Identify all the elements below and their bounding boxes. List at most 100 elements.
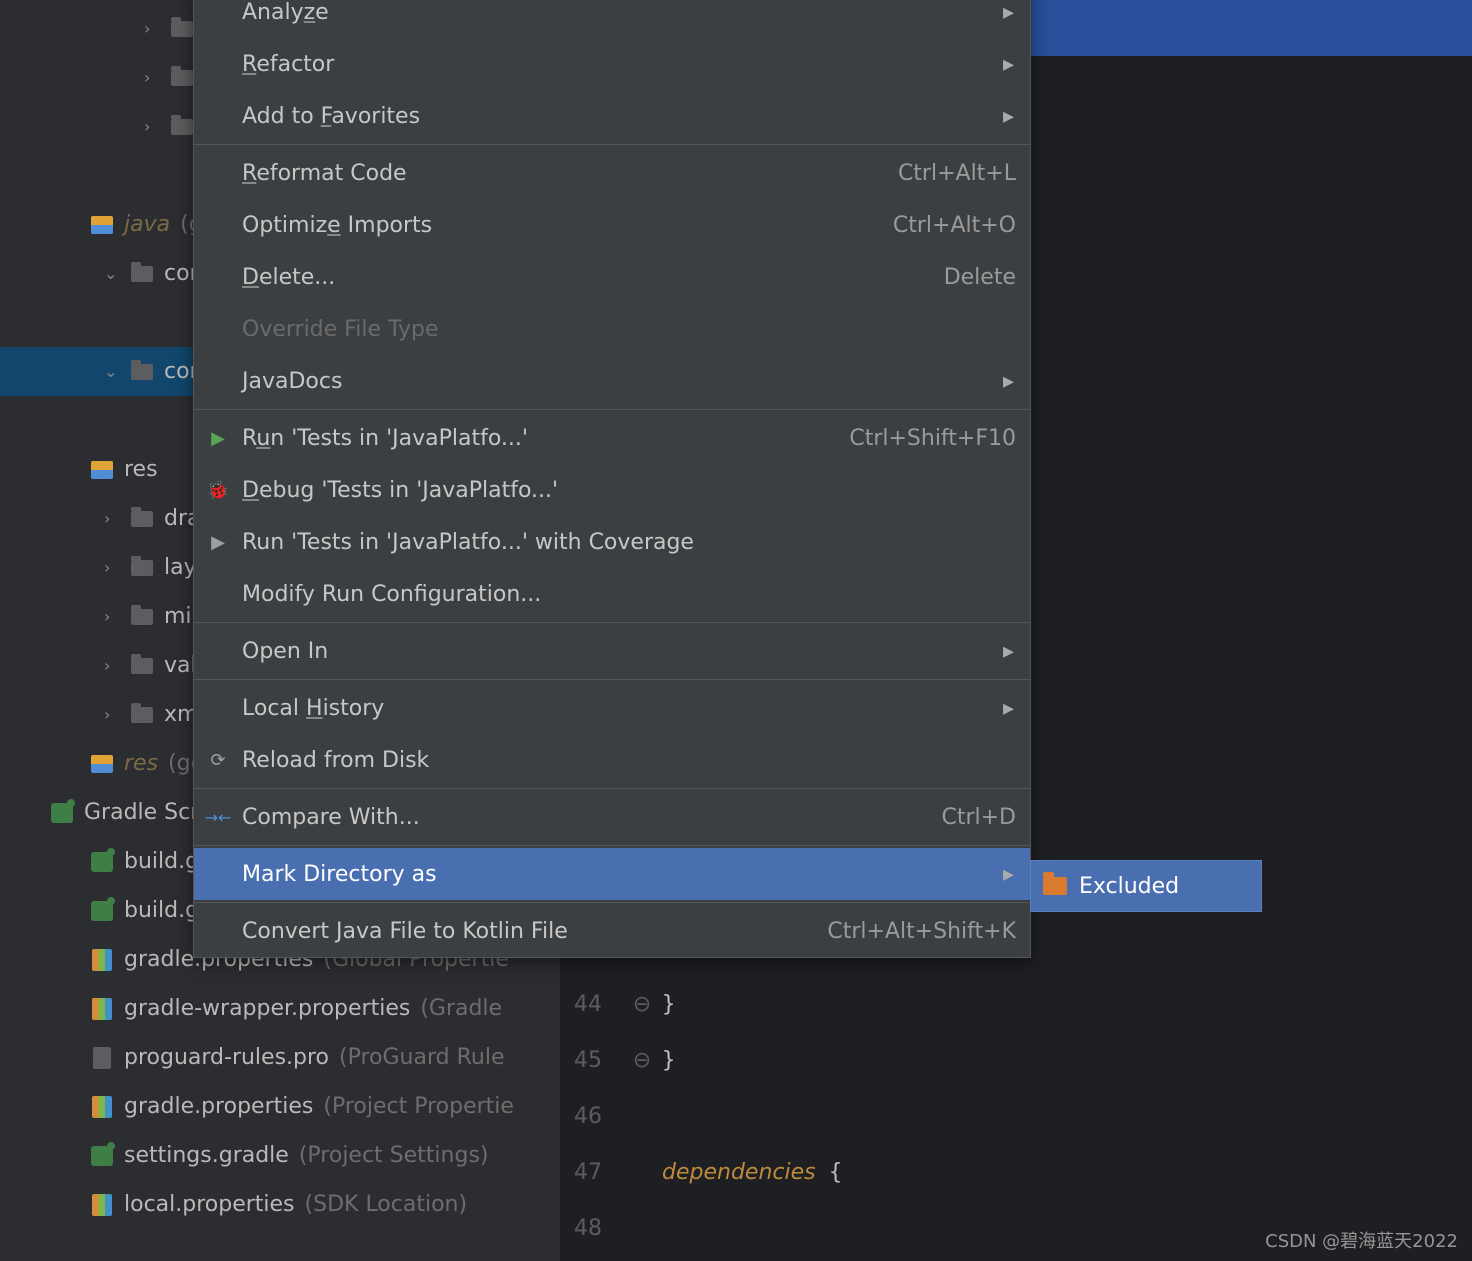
excluded-folder-icon (1043, 877, 1067, 895)
chevron-icon[interactable]: › (104, 705, 120, 724)
menu-item[interactable]: Open In▸ (194, 625, 1030, 677)
properties-icon (90, 1193, 114, 1217)
menu-label: Reload from Disk (242, 748, 1016, 773)
tree-label: res (124, 457, 158, 482)
submenu-item-excluded[interactable]: Excluded (1079, 874, 1179, 899)
menu-separator (194, 144, 1030, 145)
menu-item[interactable]: ▶Run 'Tests in 'JavaPlatfo...' with Cove… (194, 516, 1030, 568)
properties-icon (90, 948, 114, 972)
submenu-arrow-icon: ▸ (1003, 52, 1014, 77)
chevron-icon[interactable]: › (144, 117, 160, 136)
tree-label: java (124, 212, 170, 237)
chevron-icon[interactable]: › (144, 68, 160, 87)
submenu-arrow-icon: ▸ (1003, 104, 1014, 129)
code-line: } (662, 1048, 675, 1073)
shortcut: Delete (944, 265, 1016, 290)
gradle-icon (90, 850, 114, 874)
chevron-icon[interactable]: › (104, 607, 120, 626)
tree-hint: (Project Propertie (323, 1094, 514, 1119)
menu-label: Compare With... (242, 805, 941, 830)
mark-directory-submenu[interactable]: Excluded (1030, 860, 1262, 912)
shortcut: Ctrl+Shift+F10 (849, 426, 1016, 451)
reload-icon: ⟳ (206, 748, 230, 772)
code-line: } (662, 992, 675, 1017)
chevron-icon[interactable]: ⌄ (104, 264, 120, 283)
bug-icon: 🐞 (206, 478, 230, 502)
menu-label: Local History (242, 696, 1016, 721)
folder-icon (170, 115, 194, 139)
tree-item[interactable]: gradle.properties (Project Propertie (0, 1082, 560, 1131)
gutter-line: 48 (560, 1216, 622, 1241)
menu-separator (194, 409, 1030, 410)
menu-item[interactable]: Reformat CodeCtrl+Alt+L (194, 147, 1030, 199)
gradle-icon (90, 899, 114, 923)
tree-label: gradle.properties (124, 1094, 313, 1119)
menu-item[interactable]: Modify Run Configuration... (194, 568, 1030, 620)
menu-item[interactable]: Refactor▸ (194, 38, 1030, 90)
tree-item[interactable]: local.properties (SDK Location) (0, 1180, 560, 1229)
tree-item[interactable]: proguard-rules.pro (ProGuard Rule (0, 1033, 560, 1082)
menu-label: JavaDocs (242, 369, 1016, 394)
menu-label: Open In (242, 639, 1016, 664)
menu-separator (194, 845, 1030, 846)
menu-item[interactable]: Add to Favorites▸ (194, 90, 1030, 142)
menu-label: Add to Favorites (242, 104, 1016, 129)
run-icon: ▶ (206, 426, 230, 450)
tree-item[interactable]: settings.gradle (Project Settings) (0, 1131, 560, 1180)
folder-icon (130, 556, 154, 580)
menu-label: Override File Type (242, 317, 1016, 342)
shortcut: Ctrl+D (941, 805, 1016, 830)
submenu-arrow-icon: ▸ (1003, 369, 1014, 394)
menu-item[interactable]: →←Compare With...Ctrl+D (194, 791, 1030, 843)
submenu-arrow-icon: ▸ (1003, 696, 1014, 721)
menu-item[interactable]: Delete...Delete (194, 251, 1030, 303)
tree-hint: (SDK Location) (305, 1192, 468, 1217)
submenu-arrow-icon: ▸ (1003, 639, 1014, 664)
shortcut: Ctrl+Alt+L (898, 161, 1016, 186)
chevron-icon[interactable]: ⌄ (104, 362, 120, 381)
menu-item[interactable]: ▶Run 'Tests in 'JavaPlatfo...'Ctrl+Shift… (194, 412, 1030, 464)
chevron-icon[interactable]: › (104, 656, 120, 675)
menu-item[interactable]: Optimize ImportsCtrl+Alt+O (194, 199, 1030, 251)
menu-label: Run 'Tests in 'JavaPlatfo...' with Cover… (242, 530, 1016, 555)
gutter-line: 47 (560, 1160, 622, 1185)
menu-item[interactable]: 🐞Debug 'Tests in 'JavaPlatfo...' (194, 464, 1030, 516)
resource-folder-icon (90, 458, 114, 482)
shortcut: Ctrl+Alt+Shift+K (827, 919, 1016, 944)
shortcut: Ctrl+Alt+O (893, 213, 1016, 238)
watermark: CSDN @碧海蓝天2022 (1265, 1227, 1458, 1253)
context-menu[interactable]: Analyze▸Refactor▸Add to Favorites▸Reform… (193, 0, 1031, 958)
chevron-icon[interactable]: › (104, 558, 120, 577)
menu-item[interactable]: Mark Directory as▸ (194, 848, 1030, 900)
gutter-line: 45 (560, 1048, 622, 1073)
menu-item[interactable]: Convert Java File to Kotlin FileCtrl+Alt… (194, 905, 1030, 957)
gutter-line: 46 (560, 1104, 622, 1129)
menu-label: Refactor (242, 52, 1016, 77)
tree-label: proguard-rules.pro (124, 1045, 329, 1070)
folder-icon (130, 262, 154, 286)
menu-separator (194, 679, 1030, 680)
gradle-icon (50, 801, 74, 825)
menu-label: Convert Java File to Kotlin File (242, 919, 827, 944)
menu-item[interactable]: Analyze▸ (194, 0, 1030, 38)
resource-folder-icon (90, 752, 114, 776)
menu-label: Analyze (242, 0, 1016, 25)
folder-icon (130, 605, 154, 629)
tree-hint: (Project Settings) (299, 1143, 489, 1168)
menu-label: Delete... (242, 265, 944, 290)
menu-label: Mark Directory as (242, 862, 1016, 887)
submenu-arrow-icon: ▸ (1003, 862, 1014, 887)
file-icon (90, 1046, 114, 1070)
folder-icon (130, 654, 154, 678)
tree-label: gradle-wrapper.properties (124, 996, 410, 1021)
menu-item[interactable]: ⟳ Reload from Disk (194, 734, 1030, 786)
tree-item[interactable]: gradle-wrapper.properties (Gradle (0, 984, 560, 1033)
chevron-icon[interactable]: › (144, 19, 160, 38)
menu-separator (194, 902, 1030, 903)
menu-item[interactable]: JavaDocs▸ (194, 355, 1030, 407)
menu-separator (194, 622, 1030, 623)
chevron-icon[interactable]: › (104, 509, 120, 528)
tree-label: res (124, 751, 158, 776)
menu-item[interactable]: Local History▸ (194, 682, 1030, 734)
code-tail: 44⊖ }45⊖}4647dependencies {48 (560, 976, 1472, 1256)
